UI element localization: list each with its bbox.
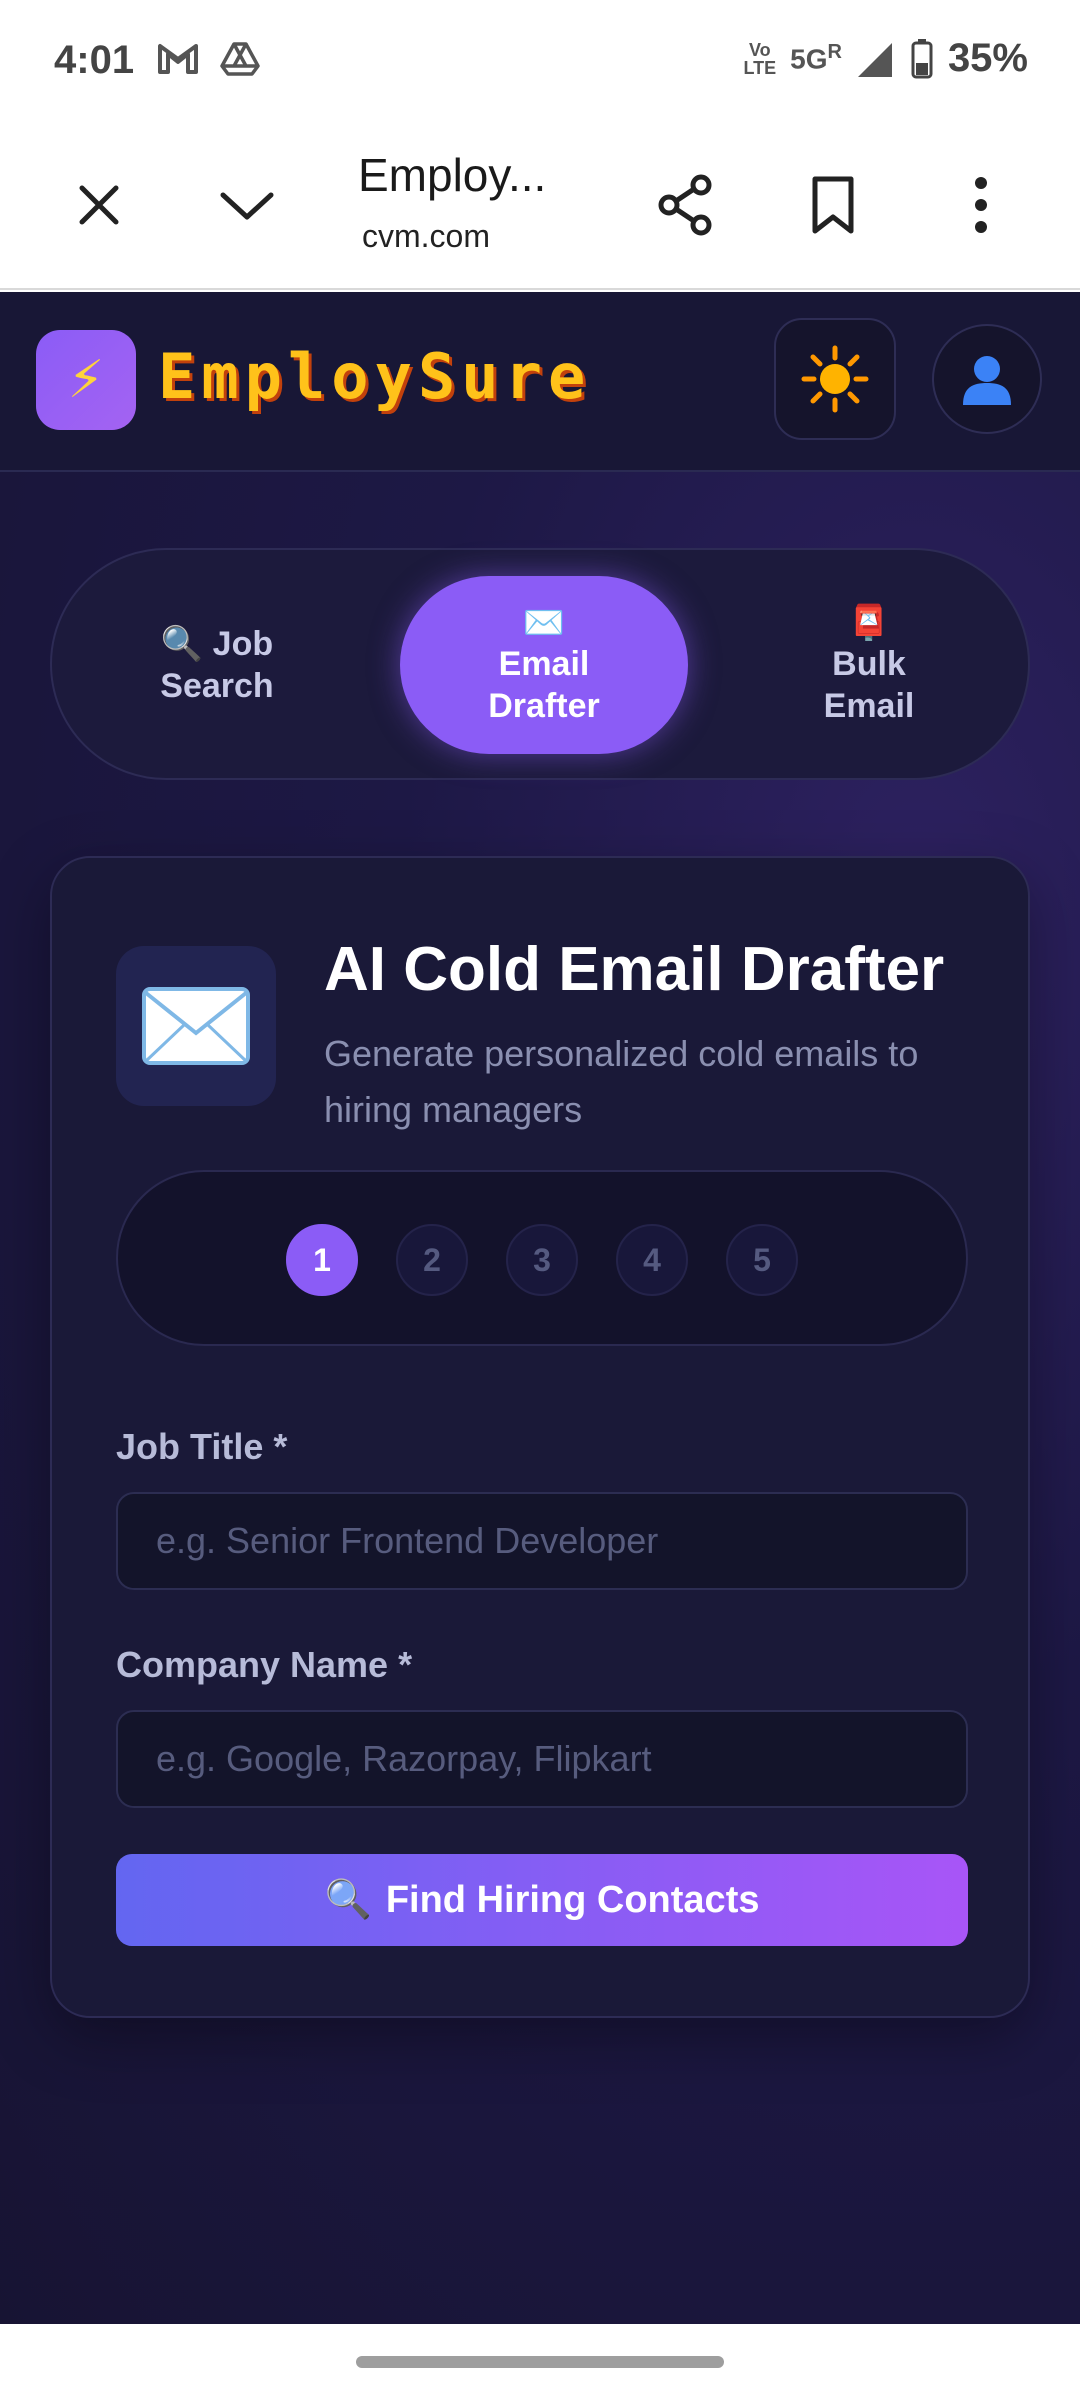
status-time: 4:01 (54, 38, 135, 82)
tab-label: Email (823, 687, 915, 725)
card-title: AI Cold Email Drafter (324, 935, 945, 1004)
roaming-label: R (827, 41, 842, 64)
bookmark-icon[interactable] (798, 170, 868, 240)
volte-label: Vo (748, 39, 771, 60)
close-icon[interactable] (64, 170, 134, 240)
company-name-label: Company Name * (116, 1644, 413, 1685)
tab-label: Bulk (832, 645, 906, 683)
signal-icon (857, 42, 892, 77)
search-icon: 🔍 (324, 1879, 372, 1921)
drive-icon (220, 42, 260, 76)
tab-label: Job (212, 625, 274, 663)
profile-button[interactable] (932, 324, 1042, 434)
browser-toolbar: Employ... cvm.com (0, 120, 1080, 290)
envelope-icon (116, 946, 276, 1106)
chevron-down-icon[interactable] (212, 170, 282, 240)
find-button-label: Find Hiring Contacts (385, 1878, 760, 1921)
user-icon (963, 356, 1011, 405)
app-content: ⚡ EmploySure 🔍 Job Search ✉️ Email Draft… (0, 292, 1080, 2324)
status-indicators: Vo LTE 5GR 35% (743, 36, 1028, 81)
theme-toggle-button[interactable] (774, 318, 896, 440)
network-type: 5GR (790, 41, 842, 75)
battery-percent: 35% (947, 36, 1028, 80)
tab-label: Drafter (488, 687, 600, 725)
company-name-input[interactable] (116, 1710, 968, 1808)
mode-tabs: 🔍 Job Search ✉️ Email Drafter 📮 Bulk Ema… (50, 548, 1030, 780)
card-subtitle: Generate personalized cold emails to hir… (324, 1033, 919, 1130)
sun-icon (801, 345, 869, 413)
home-gesture-handle[interactable] (356, 2356, 724, 2368)
step-5[interactable]: 5 (726, 1224, 798, 1296)
system-nav-bar (0, 2324, 1080, 2400)
app-header: ⚡ EmploySure (0, 292, 1080, 472)
step-4[interactable]: 4 (616, 1224, 688, 1296)
gmail-icon (158, 44, 198, 74)
battery-icon (911, 38, 933, 78)
find-hiring-contacts-button[interactable]: 🔍 Find Hiring Contacts (116, 1854, 968, 1946)
job-title-input[interactable] (116, 1492, 968, 1590)
envelope-icon: ✉️ (522, 604, 566, 642)
page-url[interactable]: cvm.com (362, 218, 490, 255)
email-drafter-card: AI Cold Email Drafter Generate personali… (50, 856, 1030, 2018)
tab-label: Email (498, 645, 590, 683)
mailbox-icon: 📮 (847, 604, 891, 642)
tab-email-drafter[interactable]: ✉️ Email Drafter (400, 576, 688, 754)
more-options-icon[interactable] (946, 170, 1016, 240)
lightning-icon[interactable]: ⚡ (36, 330, 136, 430)
tab-bulk-email[interactable]: 📮 Bulk Email (758, 576, 980, 754)
tab-job-search[interactable]: 🔍 Job Search (106, 576, 328, 754)
status-notification-icons (156, 40, 260, 76)
step-3[interactable]: 3 (506, 1224, 578, 1296)
volte-icon: Vo LTE (743, 41, 776, 77)
tab-label: Search (160, 667, 274, 705)
brand-logo-text[interactable]: EmploySure (158, 340, 591, 413)
status-bar: 4:01 Vo LTE 5GR 35% (0, 0, 1080, 120)
share-icon[interactable] (650, 170, 720, 240)
network-label: 5G (790, 43, 828, 75)
lte-label: LTE (743, 57, 777, 78)
step-indicator: 1 2 3 4 5 (116, 1170, 968, 1346)
step-2[interactable]: 2 (396, 1224, 468, 1296)
search-icon: 🔍 (160, 625, 204, 663)
job-title-label: Job Title * (116, 1426, 288, 1467)
page-title[interactable]: Employ... (358, 148, 546, 202)
step-1[interactable]: 1 (286, 1224, 358, 1296)
